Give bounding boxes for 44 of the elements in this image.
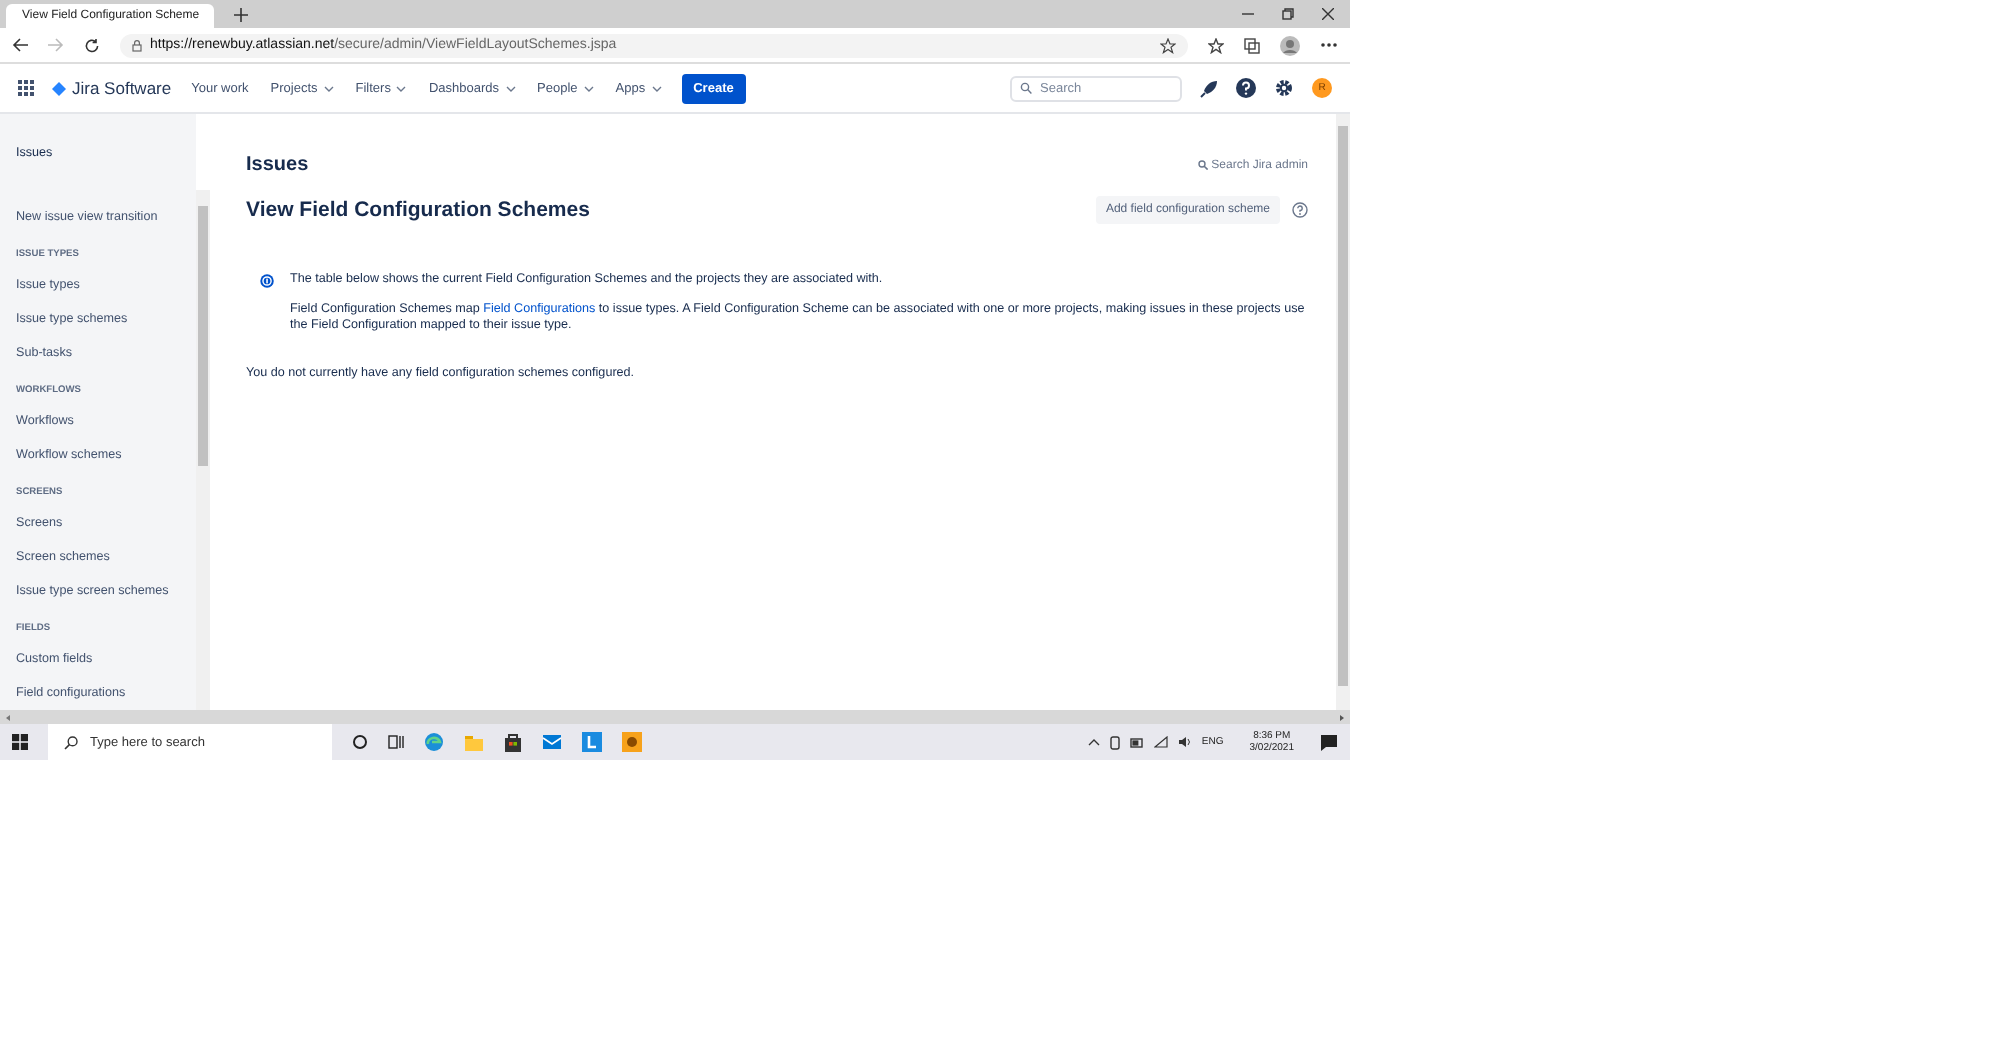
chevron-down-icon	[651, 85, 662, 91]
info-icon	[260, 272, 275, 290]
profile-icon[interactable]	[1280, 35, 1300, 55]
favorites-icon[interactable]	[1208, 37, 1224, 53]
chevron-down-icon	[323, 85, 334, 91]
reload-icon[interactable]	[84, 37, 100, 53]
star-icon[interactable]	[1160, 37, 1176, 53]
app-grid-icon[interactable]	[18, 80, 34, 96]
device-icon[interactable]	[1109, 735, 1120, 749]
chevron-down-icon	[396, 85, 407, 91]
close-icon[interactable]	[1322, 8, 1334, 20]
scrollbar-thumb[interactable]	[198, 206, 208, 466]
notifications-icon[interactable]	[1320, 733, 1338, 751]
browser-icon[interactable]	[424, 732, 444, 752]
store-bag-icon[interactable]	[504, 732, 522, 752]
cortana-icon[interactable]	[352, 734, 368, 750]
help-icon[interactable]	[1236, 78, 1256, 98]
settings-icon[interactable]	[1274, 78, 1294, 98]
new-tab-icon[interactable]	[234, 7, 248, 21]
restore-icon[interactable]	[1282, 8, 1294, 20]
network-icon[interactable]	[1153, 736, 1168, 748]
search-icon	[1020, 82, 1032, 94]
jira-logo[interactable]: Jira Software	[52, 78, 172, 98]
chevron-down-icon	[583, 85, 594, 91]
letter-l-app-icon[interactable]	[582, 732, 602, 752]
back-arrow-icon[interactable]	[12, 38, 28, 52]
diamond-icon	[52, 81, 66, 95]
chevron-up-icon[interactable]	[1087, 738, 1100, 746]
search-icon	[1197, 160, 1208, 170]
collections-icon[interactable]	[1244, 37, 1260, 53]
windows-start-icon[interactable]	[12, 734, 28, 750]
app-tile-icon[interactable]	[622, 732, 642, 752]
lock-icon	[132, 39, 142, 51]
scrollbar-thumb[interactable]	[1338, 126, 1348, 686]
search-icon	[64, 735, 78, 749]
section-title: Issues	[246, 154, 309, 176]
page-heading: View Field Configuration Schemes	[246, 198, 590, 222]
minimize-icon[interactable]	[1242, 8, 1254, 20]
chevron-down-icon	[505, 85, 516, 91]
battery-icon[interactable]	[1129, 737, 1144, 747]
mail-icon[interactable]	[542, 734, 562, 750]
speaker-icon[interactable]	[1177, 736, 1192, 748]
more-icon[interactable]	[1320, 42, 1338, 48]
task-view-icon[interactable]	[388, 734, 404, 750]
